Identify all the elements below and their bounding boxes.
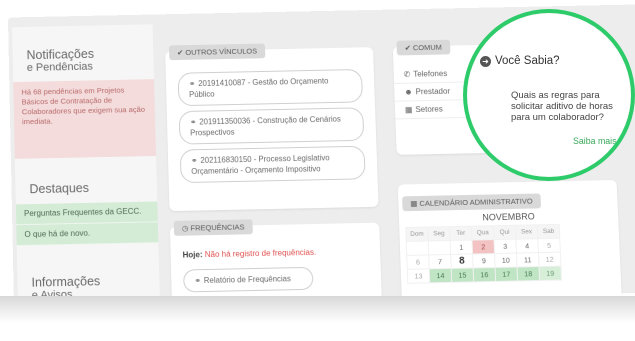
outros-vinculos-card: ⚭ 20191410087 - Gestão do Orçamento Públi…	[165, 47, 379, 212]
freq-hoje-label: Hoje:	[182, 250, 203, 260]
arrow-right-icon: ➜	[480, 56, 491, 67]
calendar-day[interactable]: 16	[473, 267, 496, 282]
comum-tag: ✔ COMUM	[396, 39, 451, 56]
vinculo-label: 20191410087 - Gestão do Orçamento Públic…	[189, 76, 329, 100]
calendar-day[interactable]: 7	[428, 254, 452, 269]
relatorio-label: Relatório de Frequências	[203, 274, 292, 286]
building-icon: ▦	[404, 105, 413, 115]
vinculo-item[interactable]: ⚭ 201911350036 - Construção de Cenários P…	[178, 107, 365, 145]
calendar-day[interactable]: 18	[517, 266, 540, 281]
clock-icon: ◷	[181, 223, 191, 233]
bottom-fade	[0, 296, 635, 341]
calendar-day[interactable]: 5	[537, 238, 561, 253]
voce-sabia-title: Você Sabia?	[495, 55, 560, 67]
calendar-day[interactable]: 6	[406, 254, 430, 270]
link-icon: ⚭	[194, 276, 201, 286]
vinculo-label: 201911350036 - Construção de Cenários Pr…	[190, 114, 341, 138]
phone-icon: ✆	[403, 69, 411, 79]
calendar-day[interactable]: 1	[450, 240, 473, 255]
calendar-tag: ▦ CALENDÁRIO ADMINISTRATIVO	[402, 193, 541, 212]
notifications-subtitle: e Pendências	[26, 60, 94, 74]
calendar-day[interactable]: 4	[515, 238, 539, 254]
destaque-item-faq[interactable]: Perguntas Frequentes da GECC.	[15, 201, 158, 226]
calendar-day[interactable]: 17	[495, 267, 518, 282]
destaque-item-novidades[interactable]: O que há de novo.	[16, 222, 159, 247]
freq-hoje-value: Não há registro de frequências.	[204, 247, 317, 260]
saiba-mais-link[interactable]: Saiba mais...	[573, 136, 624, 146]
calendar-day[interactable]: 11	[516, 252, 539, 268]
calendar-day[interactable]: 8	[450, 254, 474, 269]
voce-sabia-highlight: ➜ Você Sabia? Quais as regras para solic…	[463, 9, 635, 181]
outros-vinculos-tag: ✔ OUTROS VÍNCULOS	[168, 43, 266, 61]
vinculo-label: 202116830150 - Processo Legislativo Orça…	[191, 153, 330, 176]
calendar-day[interactable]: 13	[407, 268, 430, 284]
calendar-day[interactable]: 12	[538, 252, 561, 267]
vinculo-item[interactable]: ⚭ 202116830150 - Processo Legislativo Orç…	[179, 145, 366, 184]
calendar-day[interactable]: 3	[493, 239, 517, 254]
calendar-day[interactable]: 19	[538, 266, 562, 281]
link-icon: ⚭	[188, 79, 196, 89]
calendar-day[interactable]: 9	[472, 253, 496, 268]
link-icon: ⚭	[190, 156, 198, 166]
link-icon: ⚭	[189, 117, 197, 127]
relatorio-frequencias-button[interactable]: ⚭ Relatório de Frequências	[183, 266, 314, 293]
calendar-day[interactable]: 2	[472, 239, 495, 255]
left-sidebar: Notificações e Pendências Há 68 pendênci…	[12, 24, 161, 306]
frequencias-tag: ◷ FREQUÊNCIAS	[173, 219, 253, 236]
calendar-day[interactable]: 15	[451, 267, 474, 283]
calendar-grid: Dom Seg Ter Qua Qui Sex Sab 12345 6 7 8 9 10 11 12 1…	[405, 224, 562, 284]
calendar-day[interactable]: 14	[429, 268, 452, 283]
vinculo-item[interactable]: ⚭ 20191410087 - Gestão do Orçamento Públi…	[177, 68, 363, 107]
calendar-day[interactable]: 10	[494, 253, 518, 268]
destaques-title: Destaques	[29, 181, 90, 197]
voce-sabia-question: Quais as regras para solicitar aditivo d…	[511, 90, 613, 123]
users-icon: ☻	[404, 87, 413, 97]
pending-notice[interactable]: Há 68 pendências em Projetos Básicos de …	[13, 79, 157, 159]
